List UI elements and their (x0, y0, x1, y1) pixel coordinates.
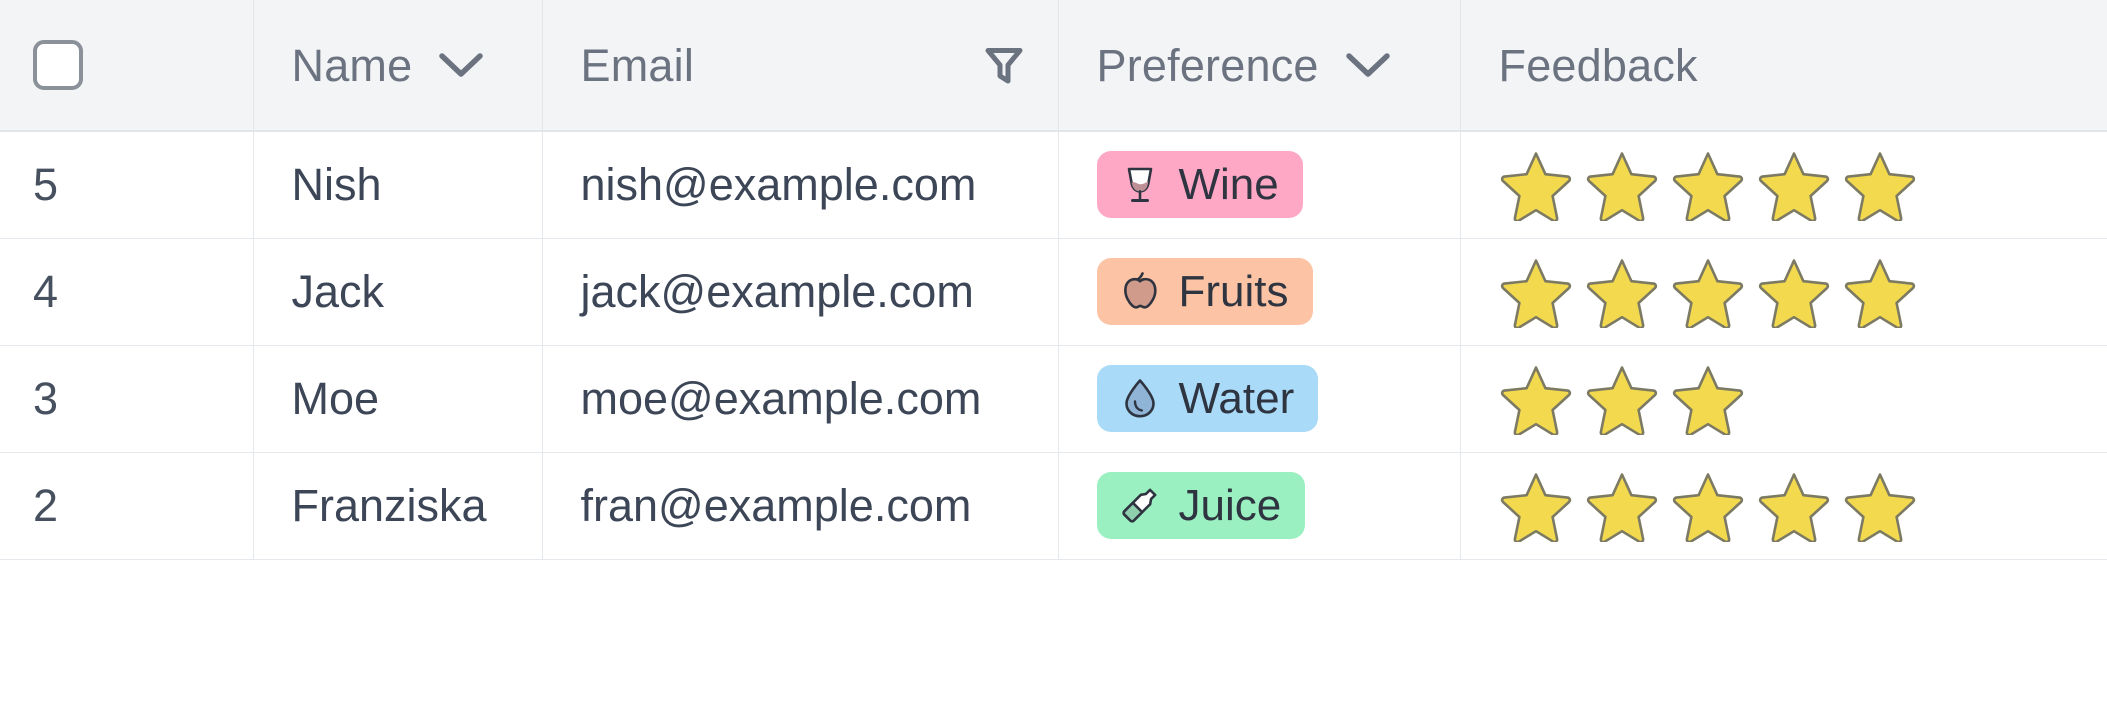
feedback-cell[interactable] (1460, 238, 2107, 346)
column-header-name-label: Name (291, 39, 413, 91)
column-header-feedback-label: Feedback (1498, 39, 1698, 91)
email-value: fran@example.com (580, 479, 972, 531)
table-body: 5 Nish nish@example.com Wine 4 Jack jack@examp… (0, 131, 2107, 560)
star-icon (1586, 472, 1657, 542)
star-icon (1672, 472, 1743, 542)
star-icon (1758, 151, 1829, 221)
star-icon (1758, 472, 1829, 542)
column-header-preference-label: Preference (1096, 39, 1319, 91)
chevron-down-icon[interactable] (1345, 51, 1391, 79)
row-number: 5 (33, 158, 59, 210)
row-number-cell[interactable]: 3 (0, 345, 254, 453)
name-value: Nish (291, 158, 382, 210)
preference-cell[interactable]: Water (1058, 345, 1461, 453)
preference-badge[interactable]: Water (1096, 364, 1319, 433)
star-rating[interactable] (1499, 256, 2107, 328)
star-icon (1844, 151, 1915, 221)
column-header-email[interactable]: Email (542, 0, 1059, 132)
column-header-feedback: Feedback (1460, 0, 2107, 132)
star-icon (1672, 365, 1743, 435)
star-icon (1586, 258, 1657, 328)
preference-cell[interactable]: Fruits (1058, 238, 1461, 346)
name-value: Jack (291, 265, 385, 317)
preference-badge[interactable]: Fruits (1096, 257, 1313, 326)
star-rating[interactable] (1499, 470, 2107, 542)
preference-label: Water (1178, 373, 1295, 423)
table-row[interactable]: 5 Nish nish@example.com Wine (0, 131, 2107, 239)
star-icon (1500, 472, 1571, 542)
juice-bottle-icon (1117, 482, 1163, 528)
row-number-cell[interactable]: 2 (0, 452, 254, 560)
row-number: 4 (33, 265, 59, 317)
email-cell[interactable]: fran@example.com (542, 452, 1059, 560)
preference-cell[interactable]: Wine (1058, 131, 1461, 239)
name-value: Franziska (291, 479, 487, 531)
column-header-email-label: Email (580, 39, 695, 91)
water-drop-icon (1117, 375, 1163, 421)
email-cell[interactable]: moe@example.com (542, 345, 1059, 453)
star-icon (1500, 258, 1571, 328)
name-value: Moe (291, 372, 380, 424)
preference-badge[interactable]: Wine (1096, 151, 1303, 219)
column-header-select (0, 0, 254, 132)
name-cell[interactable]: Moe (253, 345, 543, 453)
name-cell[interactable]: Jack (253, 238, 543, 346)
email-value: moe@example.com (580, 372, 982, 424)
records-table: Name Email Preference Feedback 5 Nish ni… (0, 0, 2107, 560)
star-icon (1672, 151, 1743, 221)
star-icon (1844, 258, 1915, 328)
select-all-checkbox[interactable] (33, 40, 83, 90)
star-icon (1586, 151, 1657, 221)
preference-label: Juice (1178, 480, 1282, 530)
column-header-preference[interactable]: Preference (1058, 0, 1461, 132)
star-rating[interactable] (1499, 363, 2107, 435)
column-header-name[interactable]: Name (253, 0, 543, 132)
name-cell[interactable]: Franziska (253, 452, 543, 560)
email-cell[interactable]: jack@example.com (542, 238, 1059, 346)
row-number-cell[interactable]: 4 (0, 238, 254, 346)
chevron-down-icon[interactable] (438, 51, 484, 79)
preference-cell[interactable]: Juice (1058, 452, 1461, 560)
table-row[interactable]: 4 Jack jack@example.com Fruits (0, 238, 2107, 346)
table-row[interactable]: 2 Franziska fran@example.com Juice (0, 452, 2107, 560)
preference-badge[interactable]: Juice (1096, 471, 1306, 540)
name-cell[interactable]: Nish (253, 131, 543, 239)
star-icon (1500, 365, 1571, 435)
filter-icon[interactable] (984, 43, 1024, 87)
table-header: Name Email Preference Feedback (0, 0, 2107, 132)
apple-icon (1117, 268, 1163, 314)
star-rating[interactable] (1499, 149, 2107, 221)
feedback-cell[interactable] (1460, 131, 2107, 239)
header-row: Name Email Preference Feedback (0, 0, 2107, 132)
star-icon (1672, 258, 1743, 328)
row-number-cell[interactable]: 5 (0, 131, 254, 239)
data-grid: Name Email Preference Feedback 5 Nish ni… (0, 0, 2107, 711)
row-number: 3 (33, 372, 59, 424)
feedback-cell[interactable] (1460, 345, 2107, 453)
email-value: nish@example.com (580, 158, 977, 210)
feedback-cell[interactable] (1460, 452, 2107, 560)
star-icon (1758, 258, 1829, 328)
star-icon (1586, 365, 1657, 435)
star-icon (1844, 472, 1915, 542)
star-icon (1500, 151, 1571, 221)
row-number: 2 (33, 479, 59, 531)
wine-glass-icon (1117, 162, 1163, 208)
table-row[interactable]: 3 Moe moe@example.com Water (0, 345, 2107, 453)
preference-label: Wine (1178, 160, 1279, 210)
email-value: jack@example.com (580, 265, 974, 317)
email-cell[interactable]: nish@example.com (542, 131, 1059, 239)
preference-label: Fruits (1178, 266, 1289, 316)
